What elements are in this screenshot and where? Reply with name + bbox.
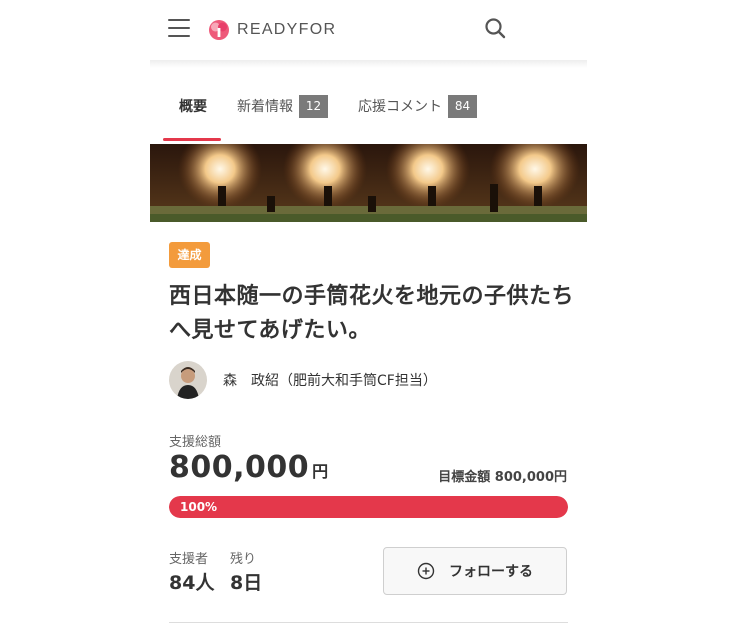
tab-count-badge: 84 xyxy=(448,95,477,118)
header: READYFOR xyxy=(150,0,587,62)
search-icon[interactable] xyxy=(484,17,506,39)
logo-text: READYFOR xyxy=(237,21,337,38)
project-owner[interactable]: 森 政紹（肥前大和手筒CF担当） xyxy=(169,360,579,400)
plus-circle-icon xyxy=(417,562,435,580)
owner-name: 森 政紹（肥前大和手筒CF担当） xyxy=(223,373,437,389)
remaining-label: 残り xyxy=(230,552,257,567)
follow-button-label: フォローする xyxy=(449,564,533,580)
project-page: READYFOR 概要 新着情報 12 応援コメント 84 達成 西日本随一の手… xyxy=(150,0,587,626)
raised-amount-unit: 円 xyxy=(312,462,329,481)
header-shadow xyxy=(150,60,587,68)
progress-percent: 100% xyxy=(180,500,218,514)
target-amount: 目標金額 800,000円 xyxy=(438,470,567,485)
progress-bar: 100% xyxy=(169,496,568,518)
supporters-label: 支援者 xyxy=(169,552,209,567)
project-hero-image[interactable] xyxy=(150,144,587,222)
logo-mark-icon xyxy=(209,20,229,40)
tab-label: 新着情報 xyxy=(237,99,293,115)
readyfor-logo[interactable]: READYFOR xyxy=(208,19,336,41)
project-title: 西日本随一の手筒花火を地元の子供たちへ見せてあげたい。 xyxy=(169,284,575,343)
raised-label: 支援総額 xyxy=(169,435,222,450)
tab-news[interactable]: 新着情報 12 xyxy=(237,92,328,144)
progress-fill xyxy=(169,496,568,518)
tab-label: 概要 xyxy=(179,99,207,115)
raised-amount: 800,000 円 xyxy=(169,450,329,485)
divider xyxy=(169,622,568,623)
achieved-badge: 達成 xyxy=(169,242,210,268)
hamburger-menu-icon[interactable] xyxy=(168,19,190,37)
tab-label: 応援コメント xyxy=(358,99,442,115)
follow-button[interactable]: フォローする xyxy=(383,547,567,595)
tab-overview[interactable]: 概要 xyxy=(179,92,207,144)
remaining-days: 8日 xyxy=(230,572,263,594)
active-tab-indicator xyxy=(163,138,221,141)
supporters-count: 84人 xyxy=(169,572,215,594)
avatar xyxy=(169,361,207,399)
tab-comments[interactable]: 応援コメント 84 xyxy=(358,92,477,144)
raised-amount-value: 800,000 xyxy=(169,450,310,485)
tab-bar: 概要 新着情報 12 応援コメント 84 xyxy=(150,92,587,144)
tab-count-badge: 12 xyxy=(299,95,328,118)
